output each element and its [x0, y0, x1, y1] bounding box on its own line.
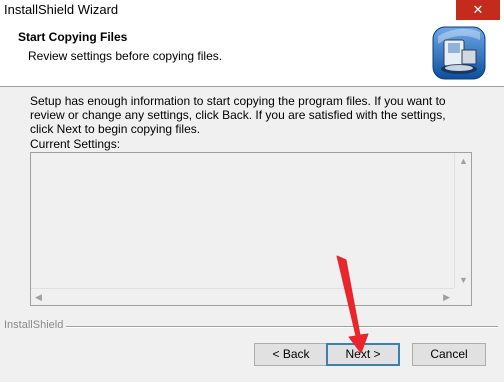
- divider-line: [66, 326, 498, 328]
- back-button[interactable]: < Back: [254, 343, 328, 366]
- cancel-button[interactable]: Cancel: [412, 343, 486, 366]
- installer-computer-icon: [432, 26, 486, 80]
- next-button[interactable]: Next >: [326, 343, 400, 366]
- brand-label: InstallShield: [4, 319, 64, 331]
- close-icon: ✕: [472, 2, 484, 17]
- close-button[interactable]: ✕: [456, 0, 500, 20]
- scroll-up-icon[interactable]: ▲: [459, 156, 468, 166]
- scrollbar-corner: [454, 288, 471, 305]
- current-settings-textarea[interactable]: ▲ ▼ ◀ ▶: [30, 152, 472, 306]
- page-title: Start Copying Files: [18, 30, 128, 44]
- brand-divider: InstallShield: [0, 319, 504, 333]
- page-subtitle: Review settings before copying files.: [28, 49, 223, 63]
- wizard-header: Start Copying Files Review settings befo…: [0, 20, 504, 87]
- horizontal-scrollbar[interactable]: ◀ ▶: [31, 288, 454, 305]
- vertical-scrollbar[interactable]: ▲ ▼: [454, 153, 471, 288]
- current-settings-label: Current Settings:: [30, 137, 121, 151]
- scroll-right-icon[interactable]: ▶: [443, 292, 450, 303]
- scroll-left-icon[interactable]: ◀: [35, 292, 42, 303]
- title-bar: InstallShield Wizard ✕: [0, 0, 504, 20]
- window-title: InstallShield Wizard: [4, 2, 119, 17]
- description-text: Setup has enough information to start co…: [30, 94, 446, 136]
- scroll-down-icon[interactable]: ▼: [459, 275, 468, 285]
